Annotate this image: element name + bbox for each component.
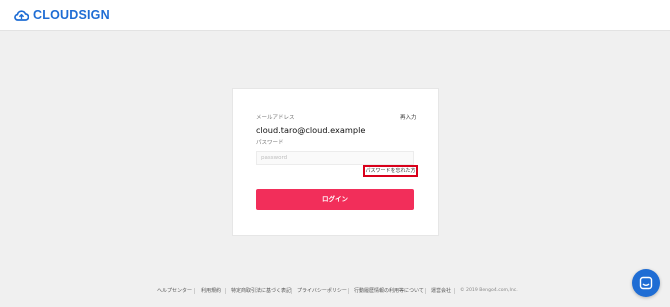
cloud-logo-icon [14,10,29,21]
footer: ヘルプセンター 利用規約 特定商取引法に基づく表記 プライバシーポリシー 行動履… [0,287,670,295]
email-label: メールアドレス [256,115,295,121]
footer-separator [194,288,195,294]
cloudsign-logo[interactable]: CLOUDSIGN [14,8,110,22]
footer-separator [225,288,226,294]
footer-link-help-center[interactable]: ヘルプセンター [157,287,192,295]
footer-link-commercial-law[interactable]: 特定商取引法に基づく表記 [231,287,291,295]
forgot-password-link[interactable]: パスワードを忘れた方 [363,165,418,177]
password-label: パスワード [256,140,284,146]
login-button[interactable]: ログイン [256,189,414,210]
copyright: © 2019 Bengo4.com,Inc. [460,288,518,293]
footer-link-terms[interactable]: 利用規約 [201,287,221,295]
reenter-link[interactable]: 再入力 [400,115,417,122]
footer-separator [454,288,455,294]
app-header: CLOUDSIGN [0,0,670,31]
brand-name: CLOUDSIGN [33,8,110,22]
footer-separator [291,288,292,294]
chat-button[interactable] [632,269,660,297]
password-input[interactable] [256,151,414,165]
email-value: cloud.taro@cloud.example [256,125,366,135]
login-card: メールアドレス 再入力 cloud.taro@cloud.example パスワ… [232,88,439,236]
footer-link-company[interactable]: 運営会社 [431,287,451,295]
footer-separator [425,288,426,294]
footer-separator [348,288,349,294]
footer-link-privacy-policy[interactable]: プライバシーポリシー [297,287,347,295]
chat-icon [639,276,653,290]
footer-link-behavior-data[interactable]: 行動履歴情報の利用等について [354,287,424,295]
